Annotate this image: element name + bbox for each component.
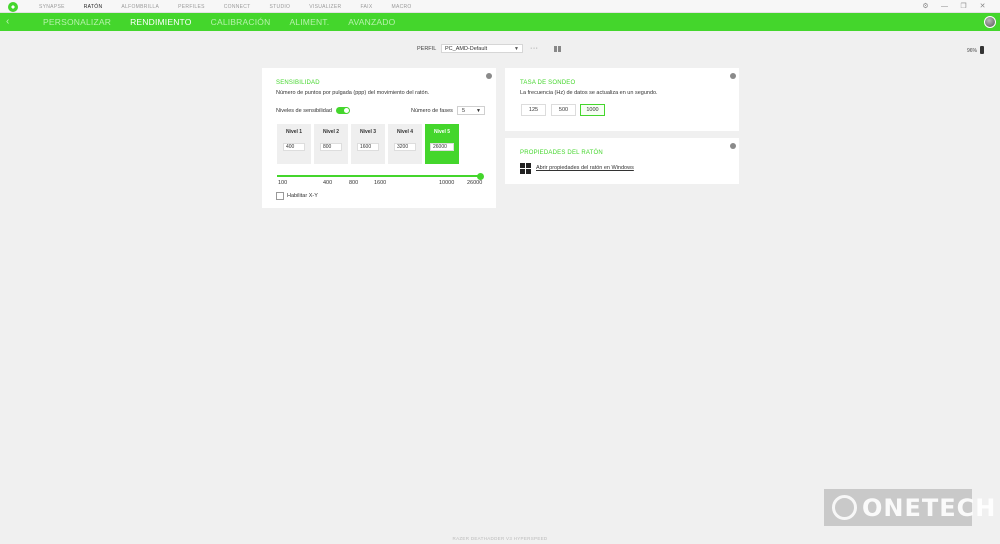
dpi-level-input[interactable]: 3200: [394, 143, 416, 151]
dpi-level-name: Nivel 1: [285, 129, 303, 135]
tab-calibracion[interactable]: CALIBRACIÓN: [211, 17, 271, 27]
polling-rate-500-button[interactable]: 500: [551, 104, 576, 116]
device-name-footer: RAZER DEATHADDER V3 HYPERSPEED: [452, 536, 548, 541]
back-arrow-icon[interactable]: ‹: [6, 16, 9, 28]
slider-tick-label: 400: [323, 180, 333, 186]
polling-rate-title: TASA DE SONDEO: [520, 80, 576, 86]
settings-gear-icon[interactable]: ⚙: [916, 0, 935, 13]
window-controls: ⚙ — ❐ ✕: [916, 0, 992, 13]
title-bar: SYNAPSE RATÓN ALFOMBRILLA PERFILES CONNE…: [0, 0, 1000, 13]
sensitivity-levels-toggle[interactable]: [336, 107, 350, 114]
dpi-level-name: Nivel 5: [433, 129, 451, 135]
dpi-level-name: Nivel 2: [322, 129, 340, 135]
stages-value: 5: [462, 108, 466, 114]
tab-rendimiento[interactable]: RENDIMIENTO: [130, 17, 192, 27]
mouse-properties-panel: PROPIEDADES DEL RATÓN Abrir propiedades …: [505, 138, 739, 184]
dpi-level-4[interactable]: Nivel 4 3200: [388, 124, 422, 164]
topnav-perfiles[interactable]: PERFILES: [178, 4, 205, 10]
dpi-level-input[interactable]: 26000: [430, 143, 454, 151]
tab-aliment[interactable]: ALIMENT.: [289, 17, 329, 27]
battery-percentage: 96%: [967, 48, 978, 54]
dpi-slider-handle[interactable]: [477, 173, 484, 180]
minimize-button[interactable]: —: [935, 0, 954, 13]
dpi-slider-track[interactable]: [277, 175, 481, 177]
info-icon[interactable]: [730, 143, 736, 149]
dpi-level-input[interactable]: 1600: [357, 143, 379, 151]
slider-tick-label: 800: [349, 180, 359, 186]
dpi-level-input[interactable]: 400: [283, 143, 305, 151]
tab-personalizar[interactable]: PERSONALIZAR: [43, 17, 111, 27]
onetech-logo-icon: [832, 495, 857, 520]
topnav-connect[interactable]: CONNECT: [224, 4, 251, 10]
dpi-level-name: Nivel 4: [396, 129, 414, 135]
info-icon[interactable]: [486, 73, 492, 79]
more-options-button[interactable]: ···: [530, 45, 539, 52]
on-board-profile-icon[interactable]: [554, 46, 562, 52]
slider-tick-label: 26000: [467, 180, 483, 186]
subnav-tabs: PERSONALIZAR RENDIMIENTO CALIBRACIÓN ALI…: [43, 13, 414, 31]
close-button[interactable]: ✕: [973, 0, 992, 13]
slider-tick-label: 10000: [439, 180, 455, 186]
dpi-level-2[interactable]: Nivel 2 800: [314, 124, 348, 164]
onetech-watermark: ONETECH: [824, 489, 995, 526]
slider-tick-label: 1600: [374, 180, 387, 186]
profile-value: PC_AMD-Default: [445, 46, 488, 52]
profile-dropdown[interactable]: PC_AMD-Default ▼: [441, 44, 523, 53]
polling-rate-1000-button[interactable]: 1000: [580, 104, 605, 116]
sensitivity-title: SENSIBILIDAD: [276, 80, 320, 86]
windows-icon: [520, 163, 532, 175]
profile-label: PERFIL: [417, 46, 437, 52]
battery-icon: [980, 46, 984, 54]
dpi-level-input[interactable]: 800: [320, 143, 342, 151]
tab-avanzado[interactable]: AVANZADO: [348, 17, 395, 27]
open-windows-mouse-properties-link[interactable]: Abrir propiedades del ratón en Windows: [536, 165, 634, 171]
sensitivity-description: Número de puntos por pulgada (ppp) del m…: [276, 90, 430, 96]
topnav-alfombrilla[interactable]: ALFOMBRILLA: [121, 4, 159, 10]
watermark-text: ONETECH: [862, 494, 997, 522]
dpi-level-1[interactable]: Nivel 1 400: [277, 124, 311, 164]
topnav-raton[interactable]: RATÓN: [84, 4, 103, 10]
topnav-synapse[interactable]: SYNAPSE: [39, 4, 65, 10]
info-icon[interactable]: [730, 73, 736, 79]
top-navigation: SYNAPSE RATÓN ALFOMBRILLA PERFILES CONNE…: [39, 0, 431, 13]
dpi-level-5[interactable]: Nivel 5 26000: [425, 124, 459, 164]
stages-dropdown[interactable]: 5 ▼: [457, 106, 485, 115]
sensitivity-levels-label: Niveles de sensibilidad: [276, 108, 332, 114]
dpi-level-name: Nivel 3: [359, 129, 377, 135]
sub-navigation: ‹ PERSONALIZAR RENDIMIENTO CALIBRACIÓN A…: [0, 13, 1000, 31]
mouse-properties-title: PROPIEDADES DEL RATÓN: [520, 150, 603, 156]
maximize-button[interactable]: ❐: [954, 0, 973, 13]
razer-logo-icon[interactable]: [8, 2, 18, 12]
user-avatar[interactable]: [984, 16, 996, 28]
topnav-visualizer[interactable]: VISUALIZER: [309, 4, 341, 10]
slider-tick-label: 100: [278, 180, 288, 186]
polling-rate-125-button[interactable]: 125: [521, 104, 546, 116]
polling-rate-panel: TASA DE SONDEO La frecuencia (Hz) de dat…: [505, 68, 739, 131]
stages-label: Número de fases: [411, 108, 453, 114]
topnav-faix[interactable]: FAIX: [360, 4, 372, 10]
dpi-level-3[interactable]: Nivel 3 1600: [351, 124, 385, 164]
enable-xy-checkbox[interactable]: [276, 192, 284, 200]
polling-rate-description: La frecuencia (Hz) de datos se actualiza…: [520, 90, 658, 96]
chevron-down-icon: ▼: [514, 46, 519, 52]
enable-xy-label: Habilitar X-Y: [287, 193, 318, 199]
topnav-studio[interactable]: STUDIO: [270, 4, 291, 10]
chevron-down-icon: ▼: [476, 108, 481, 114]
topnav-macro[interactable]: MACRO: [391, 4, 411, 10]
